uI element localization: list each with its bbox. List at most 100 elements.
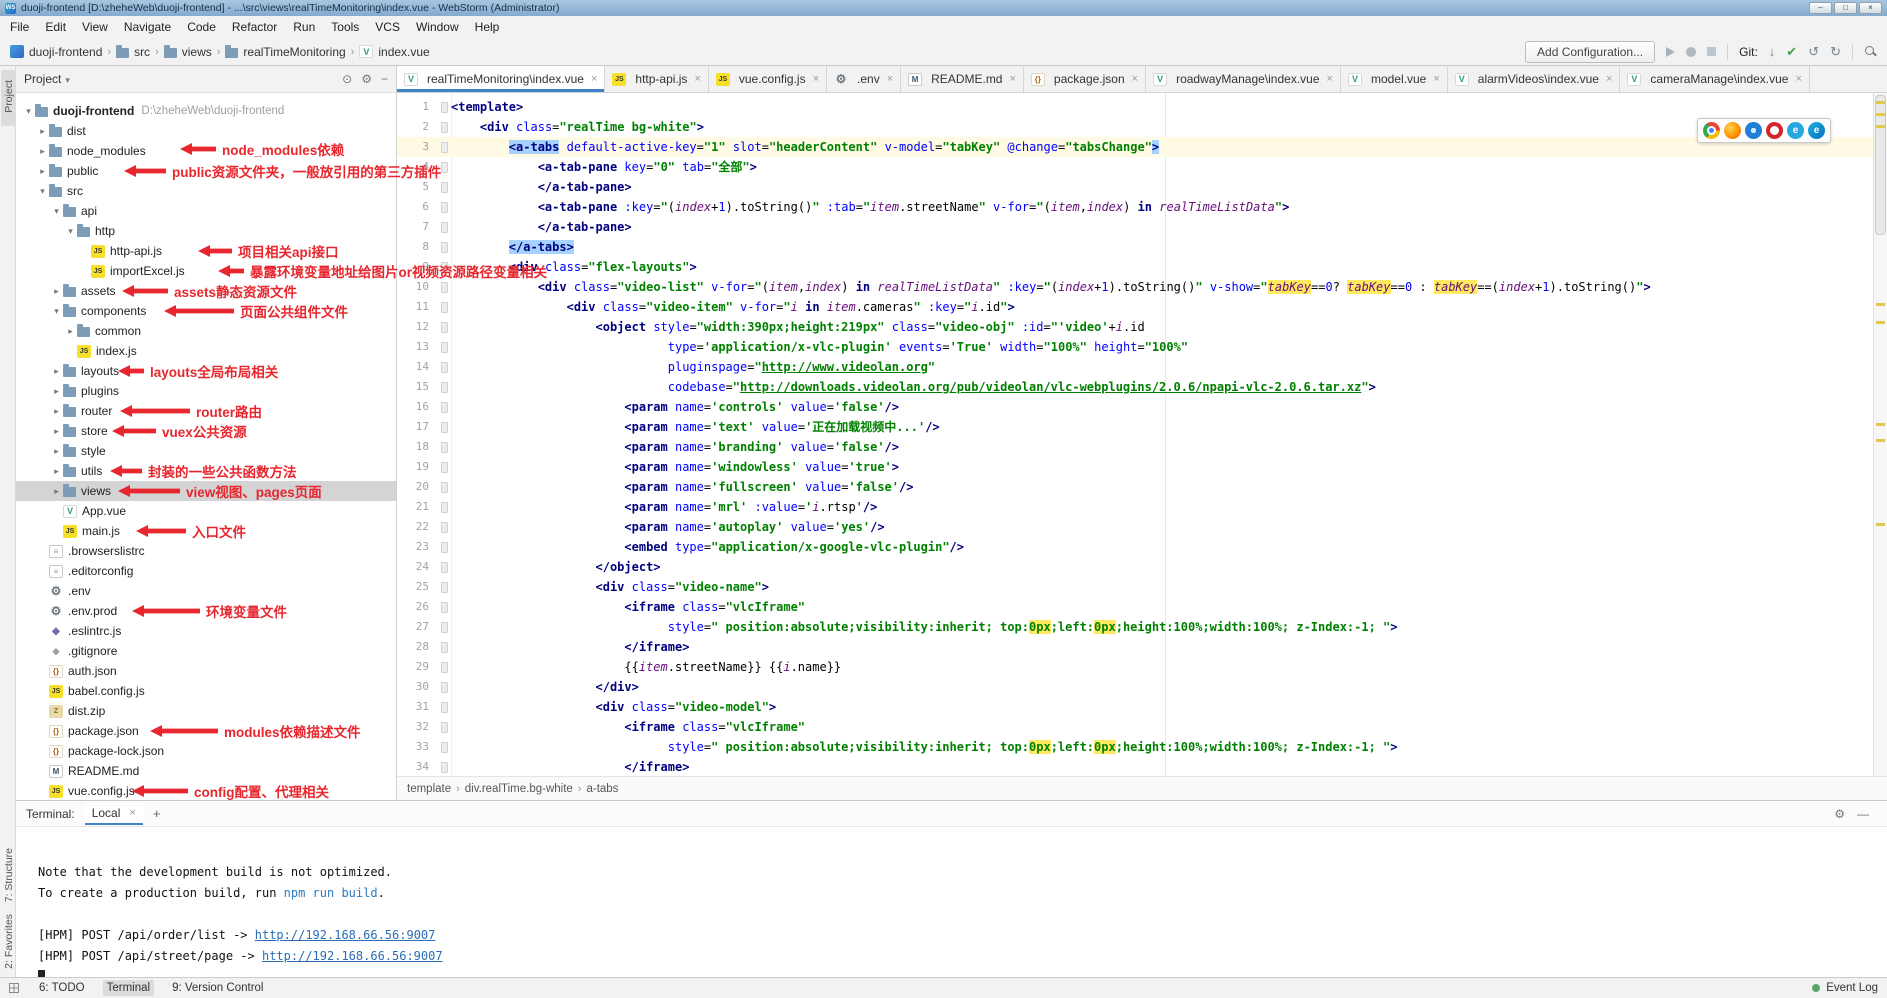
tree-item-.gitignore[interactable]: ◆.gitignore — [16, 641, 396, 661]
tool-button-structure[interactable]: 7: Structure — [3, 848, 15, 902]
chevron-right-icon[interactable] — [36, 166, 49, 177]
chevron-right-icon[interactable] — [36, 146, 49, 157]
close-icon[interactable] — [1433, 73, 1439, 85]
close-icon[interactable] — [1606, 73, 1612, 85]
chevron-down-icon[interactable] — [65, 72, 70, 86]
tree-item-src[interactable]: src — [16, 181, 396, 201]
chevron-right-icon[interactable] — [50, 486, 63, 497]
git-commit-icon[interactable]: ✔ — [1786, 45, 1797, 58]
close-icon[interactable] — [813, 73, 819, 85]
event-log-button[interactable]: Event Log — [1826, 982, 1878, 994]
menu-item-edit[interactable]: Edit — [37, 17, 74, 37]
tree-item-common[interactable]: common — [16, 321, 396, 341]
close-icon[interactable] — [129, 807, 135, 819]
add-configuration-button[interactable]: Add Configuration... — [1525, 41, 1655, 63]
chevron-down-icon[interactable] — [50, 206, 63, 217]
editor-tab-http-api.js[interactable]: JShttp-api.js — [605, 66, 708, 92]
tree-item-package.json[interactable]: {}package.json — [16, 721, 396, 741]
terminal-tab-local[interactable]: Local — [85, 803, 143, 825]
minimize-button[interactable]: – — [1809, 2, 1832, 14]
tree-item-App.vue[interactable]: VApp.vue — [16, 501, 396, 521]
scrollbar-thumb[interactable] — [1875, 95, 1886, 235]
close-icon[interactable] — [887, 73, 893, 85]
editor-tab-README.md[interactable]: MREADME.md — [901, 66, 1024, 92]
search-icon[interactable] — [1864, 45, 1877, 58]
locate-file-icon[interactable] — [342, 72, 352, 86]
run-icon[interactable] — [1666, 47, 1675, 57]
tree-item-store[interactable]: store — [16, 421, 396, 441]
gear-icon[interactable] — [361, 72, 372, 86]
chevron-right-icon[interactable] — [64, 326, 77, 337]
breadcrumb-item-realtimemonitoring[interactable]: realTimeMonitoring — [225, 45, 345, 59]
editor-tab-roadwayManage-index.vue[interactable]: VroadwayManage\index.vue — [1146, 66, 1341, 92]
editor-scrollbar[interactable] — [1873, 93, 1887, 776]
tree-item-auth.json[interactable]: {}auth.json — [16, 661, 396, 681]
editor-tab-vue.config.js[interactable]: JSvue.config.js — [709, 66, 827, 92]
menu-item-tools[interactable]: Tools — [323, 17, 367, 37]
firefox-browser-icon[interactable] — [1724, 122, 1741, 139]
tree-item-README.md[interactable]: MREADME.md — [16, 761, 396, 781]
tree-item-node-modules[interactable]: node_modules — [16, 141, 396, 161]
chevron-down-icon[interactable] — [22, 106, 35, 117]
tree-item-utils[interactable]: utils — [16, 461, 396, 481]
breadcrumb-item-views[interactable]: views — [164, 45, 212, 59]
terminal-output[interactable]: Note that the development build is not o… — [16, 827, 1887, 977]
new-terminal-icon[interactable] — [153, 806, 161, 821]
tree-item-importExcel.js[interactable]: JSimportExcel.js — [16, 261, 396, 281]
menu-item-file[interactable]: File — [2, 17, 37, 37]
chevron-right-icon[interactable] — [50, 466, 63, 477]
tree-item-vue.config.js[interactable]: JSvue.config.js — [16, 781, 396, 800]
tree-item-.browserslistrc[interactable]: ≡.browserslistrc — [16, 541, 396, 561]
git-update-icon[interactable]: ↓ — [1769, 45, 1776, 58]
tree-item-components[interactable]: components — [16, 301, 396, 321]
tree-item-public[interactable]: public — [16, 161, 396, 181]
tree-item-package-lock.json[interactable]: {}package-lock.json — [16, 741, 396, 761]
tree-item-http[interactable]: http — [16, 221, 396, 241]
editor-tab-.env[interactable]: ⚙.env — [827, 66, 901, 92]
status-item-versioncontrol[interactable]: 9: Version Control — [168, 980, 267, 996]
edge-browser-icon[interactable]: e — [1808, 122, 1825, 139]
tree-item-.env.prod[interactable]: ⚙.env.prod — [16, 601, 396, 621]
close-icon[interactable] — [694, 73, 700, 85]
editor-tab-cameraManage-index.vue[interactable]: VcameraManage\index.vue — [1620, 66, 1810, 92]
chevron-right-icon[interactable] — [50, 366, 63, 377]
editor-tab-realTimeMonitoring-index.vue[interactable]: VrealTimeMonitoring\index.vue — [397, 66, 605, 92]
tree-item-style[interactable]: style — [16, 441, 396, 461]
gear-icon[interactable] — [1834, 807, 1845, 821]
menu-item-navigate[interactable]: Navigate — [116, 17, 179, 37]
safari-browser-icon[interactable] — [1745, 122, 1762, 139]
ie-browser-icon[interactable]: e — [1787, 122, 1804, 139]
tree-item-assets[interactable]: assets — [16, 281, 396, 301]
editor-breadcrumb-item[interactable]: div.realTime.bg-white — [465, 783, 573, 795]
close-icon[interactable] — [1795, 73, 1801, 85]
code-area[interactable]: 1<template>2 <div class="realTime bg-whi… — [397, 93, 1873, 776]
chevron-right-icon[interactable] — [50, 426, 63, 437]
stop-icon[interactable] — [1707, 47, 1716, 56]
editor-breadcrumb-item[interactable]: a-tabs — [586, 783, 618, 795]
tree-item-.eslintrc.js[interactable]: ◆.eslintrc.js — [16, 621, 396, 641]
collapse-all-icon[interactable] — [381, 72, 388, 86]
chevron-down-icon[interactable] — [64, 226, 77, 237]
tree-item-views[interactable]: views — [16, 481, 396, 501]
maximize-button[interactable]: □ — [1834, 2, 1857, 14]
git-revert-icon[interactable]: ↺ — [1808, 45, 1819, 58]
tree-item-dist[interactable]: dist — [16, 121, 396, 141]
tree-item-dist.zip[interactable]: Zdist.zip — [16, 701, 396, 721]
menu-item-vcs[interactable]: VCS — [367, 17, 408, 37]
editor-tab-model.vue[interactable]: Vmodel.vue — [1341, 66, 1448, 92]
tree-item-.editorconfig[interactable]: ≡.editorconfig — [16, 561, 396, 581]
close-icon[interactable] — [1327, 73, 1333, 85]
tree-item-layouts[interactable]: layouts — [16, 361, 396, 381]
menu-item-window[interactable]: Window — [408, 17, 467, 37]
chevron-right-icon[interactable] — [36, 126, 49, 137]
close-icon[interactable] — [1132, 73, 1138, 85]
tree-item-babel.config.js[interactable]: JSbabel.config.js — [16, 681, 396, 701]
chevron-right-icon[interactable] — [50, 286, 63, 297]
opera-browser-icon[interactable] — [1766, 122, 1783, 139]
editor-breadcrumb-item[interactable]: template — [407, 783, 451, 795]
editor-tab-alarmVideos-index.vue[interactable]: ValarmVideos\index.vue — [1448, 66, 1621, 92]
project-panel-title[interactable]: Project — [24, 72, 61, 86]
close-button[interactable]: × — [1859, 2, 1882, 14]
chevron-right-icon[interactable] — [50, 446, 63, 457]
editor-tab-package.json[interactable]: {}package.json — [1024, 66, 1146, 92]
